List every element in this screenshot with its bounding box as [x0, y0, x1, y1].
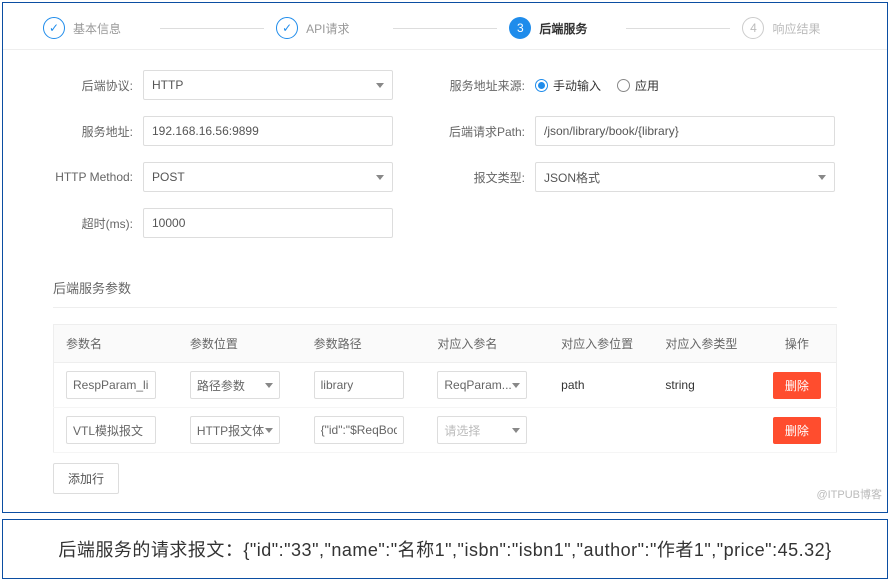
param-name-input[interactable]	[66, 416, 156, 444]
param-pos-select[interactable]: 路径参数	[190, 371, 280, 399]
in-type-cell	[653, 408, 757, 453]
step-label: 响应结果	[772, 20, 820, 37]
path-input[interactable]	[535, 116, 835, 146]
in-name-select[interactable]: 请选择	[437, 416, 527, 444]
select-value: HTTP	[152, 78, 183, 92]
th-in-pos: 对应入参位置	[549, 325, 653, 363]
chevron-down-icon	[376, 83, 384, 88]
request-body-text: 后端服务的请求报文：{"id":"33","name":"名称1","isbn"…	[23, 536, 867, 562]
param-pos-select[interactable]: HTTP报文体	[190, 416, 280, 444]
select-value: 路径参数	[197, 377, 245, 394]
th-path: 参数路径	[302, 325, 426, 363]
radio-label: 手动输入	[553, 77, 601, 94]
chevron-down-icon	[512, 383, 520, 388]
param-path-input[interactable]	[314, 371, 404, 399]
divider	[53, 307, 837, 308]
param-name-input[interactable]	[66, 371, 156, 399]
address-label: 服务地址:	[53, 123, 143, 140]
in-pos-cell: path	[549, 363, 653, 408]
chevron-down-icon	[265, 383, 273, 388]
chevron-down-icon	[265, 428, 273, 433]
chevron-down-icon	[376, 175, 384, 180]
msgtype-label: 报文类型:	[445, 169, 535, 186]
form-area: 后端协议: HTTP 服务地址来源: 手动输入 应用	[3, 50, 887, 264]
bottom-panel: 后端服务的请求报文：{"id":"33","name":"名称1","isbn"…	[2, 519, 888, 579]
in-type-cell: string	[653, 363, 757, 408]
table-row: HTTP报文体 请选择 删除	[54, 408, 837, 453]
params-table-wrap: 参数名 参数位置 参数路径 对应入参名 对应入参位置 对应入参类型 操作 路径参…	[3, 324, 887, 512]
th-action: 操作	[758, 325, 837, 363]
select-value: HTTP报文体	[197, 422, 264, 439]
protocol-select[interactable]: HTTP	[143, 70, 393, 100]
check-icon: ✓	[276, 17, 298, 39]
path-label: 后端请求Path:	[445, 123, 535, 140]
th-pos: 参数位置	[178, 325, 302, 363]
chevron-down-icon	[512, 428, 520, 433]
radio-icon	[535, 79, 548, 92]
add-row-button[interactable]: 添加行	[53, 463, 119, 494]
method-select[interactable]: POST	[143, 162, 393, 192]
radio-app[interactable]: 应用	[617, 77, 659, 94]
radio-manual[interactable]: 手动输入	[535, 77, 601, 94]
select-value: JSON格式	[544, 169, 600, 186]
params-table: 参数名 参数位置 参数路径 对应入参名 对应入参位置 对应入参类型 操作 路径参…	[53, 324, 837, 453]
table-row: 路径参数 ReqParam... path string 删除	[54, 363, 837, 408]
source-label: 服务地址来源:	[445, 77, 535, 94]
step-basic-info[interactable]: ✓ 基本信息	[43, 17, 148, 39]
step-backend-service[interactable]: 3 后端服务	[509, 17, 614, 39]
in-name-select[interactable]: ReqParam...	[437, 371, 527, 399]
watermark: @ITPUB博客	[816, 486, 882, 502]
step-line	[393, 28, 498, 29]
step-label: 基本信息	[73, 20, 121, 37]
select-value: ReqParam...	[444, 378, 511, 392]
th-name: 参数名	[54, 325, 178, 363]
stepper: ✓ 基本信息 ✓ API请求 3 后端服务 4 响应结果	[3, 3, 887, 50]
section-title: 后端服务参数	[3, 264, 887, 307]
in-pos-cell	[549, 408, 653, 453]
th-in-type: 对应入参类型	[653, 325, 757, 363]
th-in-name: 对应入参名	[425, 325, 549, 363]
param-path-input[interactable]	[314, 416, 404, 444]
step-line	[626, 28, 731, 29]
timeout-label: 超时(ms):	[53, 215, 143, 232]
check-icon: ✓	[43, 17, 65, 39]
select-value: 请选择	[444, 422, 480, 439]
method-label: HTTP Method:	[53, 170, 143, 184]
step-api-request[interactable]: ✓ API请求	[276, 17, 381, 39]
address-input[interactable]	[143, 116, 393, 146]
radio-icon	[617, 79, 630, 92]
radio-label: 应用	[635, 77, 659, 94]
delete-button[interactable]: 删除	[773, 417, 821, 444]
select-value: POST	[152, 170, 185, 184]
step-line	[160, 28, 265, 29]
step-number-icon: 4	[742, 17, 764, 39]
timeout-input[interactable]	[143, 208, 393, 238]
step-response[interactable]: 4 响应结果	[742, 17, 847, 39]
protocol-label: 后端协议:	[53, 77, 143, 94]
step-label: 后端服务	[539, 20, 587, 37]
step-number-icon: 3	[509, 17, 531, 39]
msgtype-select[interactable]: JSON格式	[535, 162, 835, 192]
step-label: API请求	[306, 20, 349, 37]
delete-button[interactable]: 删除	[773, 372, 821, 399]
main-panel: ✓ 基本信息 ✓ API请求 3 后端服务 4 响应结果 后端协议: HTTP	[2, 2, 888, 513]
chevron-down-icon	[818, 175, 826, 180]
source-radio-group: 手动输入 应用	[535, 77, 659, 94]
